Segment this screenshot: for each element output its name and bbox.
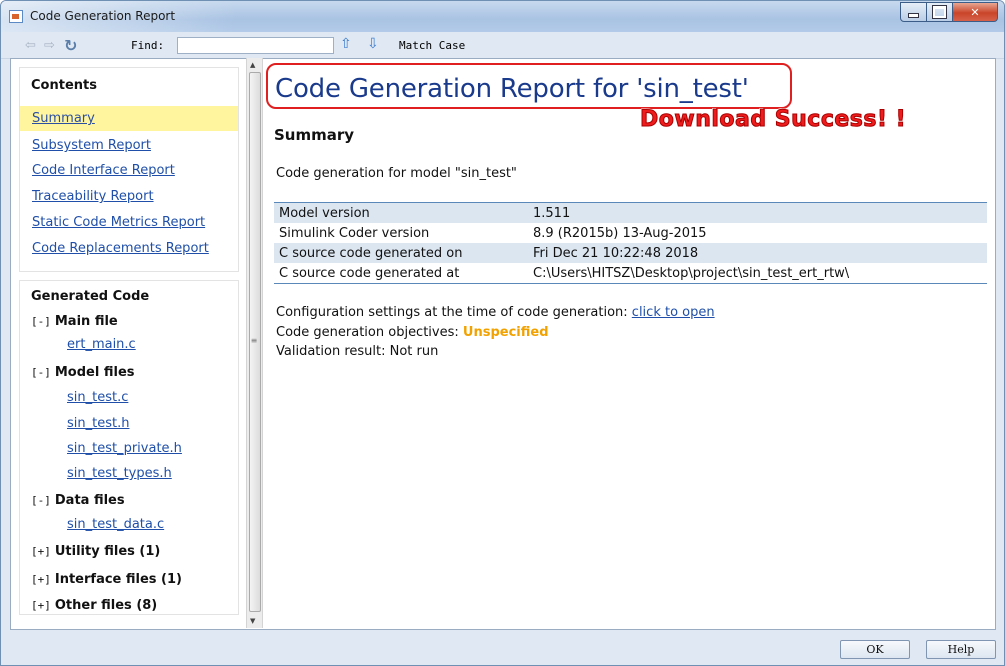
close-button[interactable]: ✕ [952, 2, 998, 22]
page-title: Code Generation Report for 'sin_test' [275, 74, 749, 104]
match-case-option[interactable]: Match Case [399, 39, 465, 52]
find-next-icon[interactable]: ⇩ [367, 36, 379, 52]
contents-panel: Contents Summary Subsystem Report Code I… [19, 67, 239, 272]
generated-code-heading: Generated Code [31, 289, 150, 304]
contents-sidebar: Contents Summary Subsystem Report Code I… [16, 67, 239, 615]
section-interface-files[interactable]: [+] Interface files (1) [31, 572, 182, 587]
file-link-sin-test-h[interactable]: sin_test.h [67, 416, 129, 431]
file-link-ert-main-c[interactable]: ert_main.c [67, 337, 136, 352]
section-other-files[interactable]: [+] Other files (8) [31, 598, 157, 613]
row-value: Fri Dec 21 10:22:48 2018 [526, 243, 987, 263]
click-to-open-link[interactable]: click to open [632, 305, 715, 320]
file-link-sin-test-types-h[interactable]: sin_test_types.h [67, 466, 172, 481]
report-window: Code Generation Report ✕ ⇦ ⇨ ↻ Find: ⇧ ⇩… [0, 0, 1005, 666]
close-icon: ✕ [970, 5, 980, 19]
contents-link-code-replacements-report[interactable]: Code Replacements Report [32, 241, 209, 256]
contents-link-code-interface-report[interactable]: Code Interface Report [32, 163, 175, 178]
collapse-toggle[interactable]: [-] [31, 494, 51, 507]
section-model-files[interactable]: [-] Model files [31, 365, 135, 380]
expand-toggle[interactable]: [+] [31, 573, 51, 586]
section-label: Data files [54, 493, 125, 508]
help-button[interactable]: Help [926, 640, 996, 659]
row-value: 8.9 (R2015b) 13-Aug-2015 [533, 225, 707, 241]
code-generation-text: Code generation for model "sin_test" [276, 166, 517, 181]
row-value: 1.511 [526, 202, 987, 223]
back-arrow-icon[interactable]: ⇦ [25, 38, 36, 53]
table-row: C source code generated on Fri Dec 21 10… [274, 243, 987, 263]
row-key: C source code generated at [279, 265, 460, 281]
grip-icon: ≡ [250, 336, 258, 345]
refresh-icon[interactable]: ↻ [64, 36, 77, 55]
row-key: C source code generated on [274, 243, 526, 263]
objectives-value: Unspecified [462, 325, 549, 340]
configuration-settings-line: Configuration settings at the time of co… [276, 305, 715, 320]
report-content: Code Generation Report for 'sin_test' Do… [263, 59, 993, 627]
file-link-sin-test-private-h[interactable]: sin_test_private.h [67, 441, 182, 456]
download-success-annotation: Download Success! ! [639, 107, 907, 133]
section-label: Utility files (1) [54, 544, 161, 559]
contents-link-subsystem-report[interactable]: Subsystem Report [32, 138, 151, 153]
toolbar: ⇦ ⇨ ↻ Find: ⇧ ⇩ Match Case [1, 32, 1004, 59]
section-label: Main file [54, 314, 118, 329]
minimize-icon [908, 13, 919, 18]
contents-heading: Contents [31, 78, 97, 93]
expand-toggle[interactable]: [+] [31, 599, 51, 612]
contents-link-static-code-metrics-report[interactable]: Static Code Metrics Report [32, 215, 205, 230]
minimize-button[interactable] [900, 2, 927, 22]
scroll-down-icon[interactable]: ▼ [250, 617, 255, 625]
file-link-sin-test-data-c[interactable]: sin_test_data.c [67, 517, 164, 532]
section-main-file[interactable]: [-] Main file [31, 314, 118, 329]
contents-link-summary[interactable]: Summary [20, 106, 238, 131]
maximize-icon [933, 6, 946, 18]
ok-button[interactable]: OK [840, 640, 910, 659]
table-row: C source code generated at C:\Users\HITS… [274, 263, 987, 284]
row-value: C:\Users\HITSZ\Desktop\project\sin_test_… [533, 265, 850, 281]
section-utility-files[interactable]: [+] Utility files (1) [31, 544, 160, 559]
table-row: Model version 1.511 [274, 202, 987, 223]
find-previous-icon[interactable]: ⇧ [340, 36, 352, 52]
collapse-toggle[interactable]: [-] [31, 315, 51, 328]
collapse-toggle[interactable]: [-] [31, 366, 51, 379]
objectives-line: Code generation objectives: Unspecified [276, 325, 549, 340]
maximize-button[interactable] [926, 2, 953, 22]
model-info-table: Model version 1.511 Simulink Coder versi… [274, 202, 987, 284]
section-label: Interface files (1) [54, 572, 182, 587]
row-key: Simulink Coder version [279, 225, 430, 241]
sidebar-scrollbar[interactable]: ▲ ≡ ▼ [246, 58, 263, 628]
forward-arrow-icon[interactable]: ⇨ [44, 38, 55, 53]
expand-toggle[interactable]: [+] [31, 545, 51, 558]
file-link-sin-test-c[interactable]: sin_test.c [67, 390, 128, 405]
config-text: Configuration settings at the time of co… [276, 305, 632, 320]
scroll-up-icon[interactable]: ▲ [250, 61, 255, 69]
validation-result: Validation result: Not run [276, 344, 439, 359]
row-key: Model version [274, 202, 526, 223]
app-icon [9, 10, 23, 23]
find-label: Find: [131, 39, 165, 52]
section-label: Other files (8) [54, 598, 158, 613]
summary-heading: Summary [274, 126, 355, 144]
contents-link-traceability-report[interactable]: Traceability Report [32, 189, 154, 204]
section-label: Model files [54, 365, 135, 380]
table-row: Simulink Coder version 8.9 (R2015b) 13-A… [274, 223, 987, 243]
title-bar[interactable]: Code Generation Report ✕ [1, 1, 1004, 32]
window-controls: ✕ [900, 2, 998, 22]
section-data-files[interactable]: [-] Data files [31, 493, 125, 508]
find-input[interactable] [177, 37, 334, 54]
window-title: Code Generation Report [30, 9, 176, 23]
objectives-text: Code generation objectives: [276, 325, 463, 340]
generated-code-panel: Generated Code [-] Main file ert_main.c [… [19, 280, 239, 615]
